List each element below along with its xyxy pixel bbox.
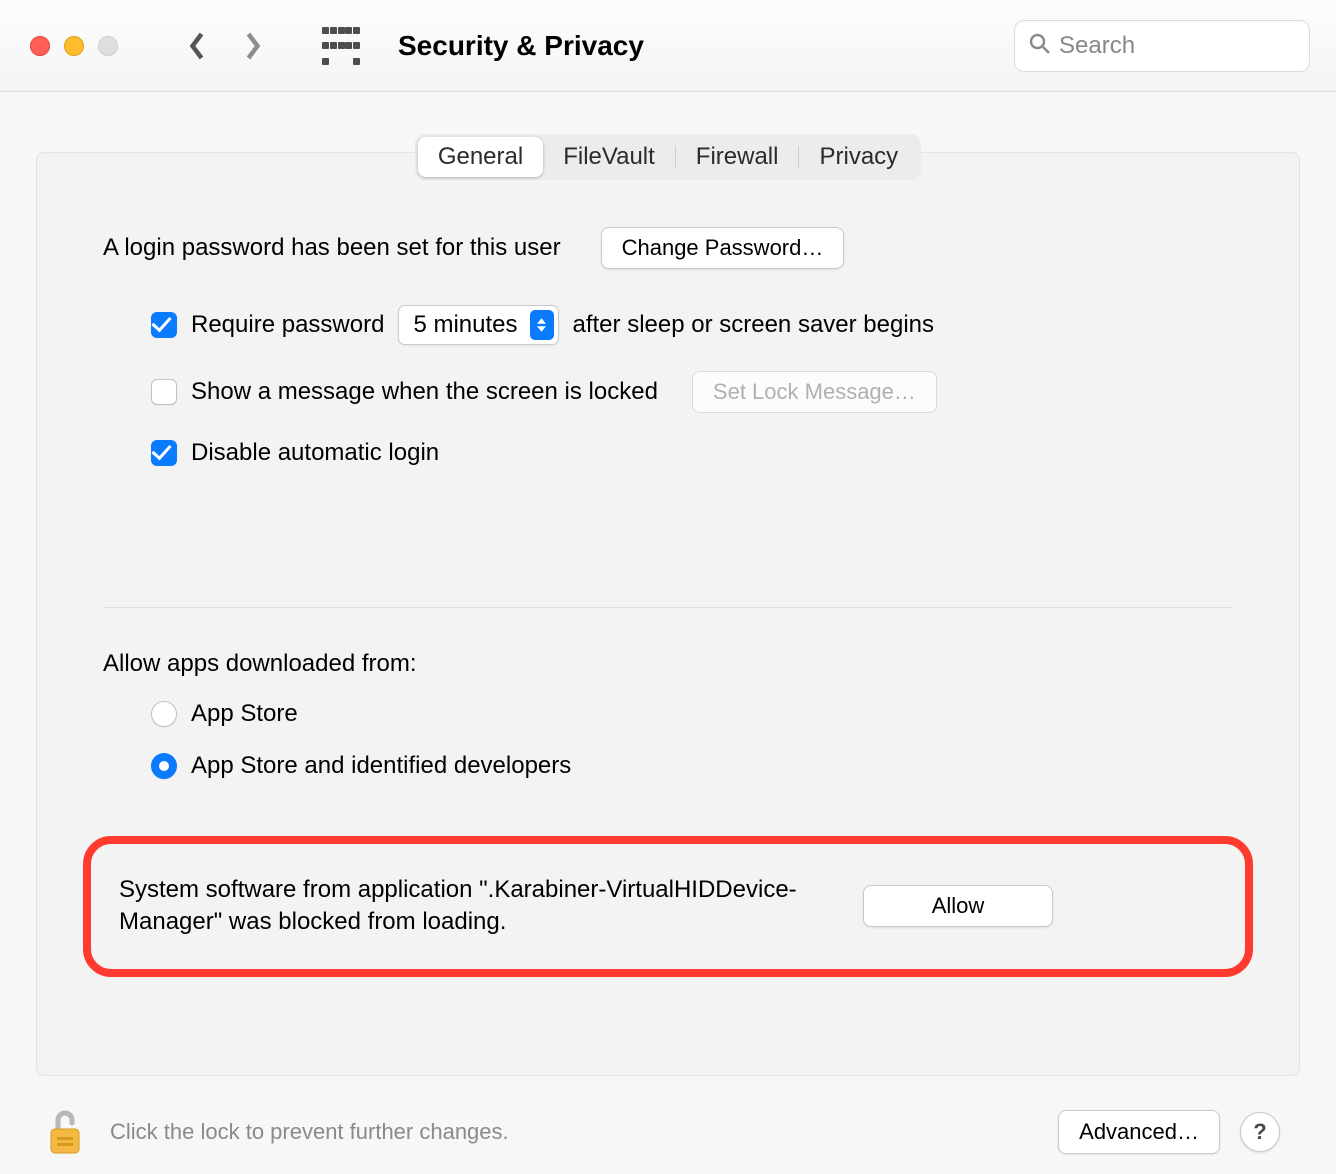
lock-icon[interactable] — [40, 1100, 90, 1164]
nav-arrows — [184, 23, 266, 69]
gatekeeper-identified-label: App Store and identified developers — [191, 752, 571, 780]
require-password-delay-popup[interactable]: 5 minutes — [398, 305, 558, 345]
require-password-delay-value: 5 minutes — [413, 311, 517, 339]
set-lock-message-button: Set Lock Message… — [692, 371, 937, 413]
tab-bar: General FileVault Firewall Privacy — [36, 134, 1300, 180]
show-message-label: Show a message when the screen is locked — [191, 378, 658, 406]
general-panel: A login password has been set for this u… — [36, 152, 1300, 1076]
close-window-button[interactable] — [30, 36, 50, 56]
tab-firewall[interactable]: Firewall — [676, 137, 799, 177]
blocked-software-message: System software from application ".Karab… — [119, 874, 839, 939]
back-button[interactable] — [184, 23, 210, 69]
login-options: Require password 5 minutes after sleep o… — [103, 305, 1233, 477]
blocked-software-notice: System software from application ".Karab… — [83, 836, 1253, 977]
window-title: Security & Privacy — [398, 30, 644, 62]
body: General FileVault Firewall Privacy A log… — [0, 92, 1336, 1174]
gatekeeper-app-store-row: App Store — [151, 700, 1233, 728]
require-password-row: Require password 5 minutes after sleep o… — [151, 305, 1233, 345]
tab-general[interactable]: General — [418, 137, 543, 177]
login-password-row: A login password has been set for this u… — [103, 227, 1233, 269]
gatekeeper-app-store-label: App Store — [191, 700, 298, 728]
tab-privacy[interactable]: Privacy — [799, 137, 918, 177]
search-field[interactable] — [1014, 20, 1310, 72]
search-input[interactable] — [1059, 32, 1297, 60]
minimize-window-button[interactable] — [64, 36, 84, 56]
show-all-prefs-button[interactable] — [322, 27, 360, 65]
gatekeeper-heading: Allow apps downloaded from: — [103, 650, 1233, 678]
advanced-button[interactable]: Advanced… — [1058, 1110, 1220, 1154]
tab-filevault[interactable]: FileVault — [543, 137, 675, 177]
stepper-icon — [530, 310, 554, 340]
help-button[interactable]: ? — [1240, 1112, 1280, 1152]
search-field-wrap — [1014, 20, 1310, 72]
search-icon — [1027, 31, 1051, 60]
change-password-button[interactable]: Change Password… — [601, 227, 845, 269]
forward-button — [240, 23, 266, 69]
gatekeeper-identified-radio[interactable] — [151, 753, 177, 779]
allow-button[interactable]: Allow — [863, 885, 1053, 927]
gatekeeper-section: Allow apps downloaded from: App Store Ap… — [103, 650, 1233, 790]
login-password-status: A login password has been set for this u… — [103, 234, 561, 262]
show-message-checkbox[interactable] — [151, 379, 177, 405]
divider — [103, 607, 1233, 608]
require-password-prefix: Require password — [191, 311, 384, 339]
zoom-window-button — [98, 36, 118, 56]
require-password-suffix: after sleep or screen saver begins — [573, 311, 935, 339]
gatekeeper-app-store-radio[interactable] — [151, 701, 177, 727]
lock-description: Click the lock to prevent further change… — [110, 1119, 509, 1145]
disable-auto-login-label: Disable automatic login — [191, 439, 439, 467]
window-controls — [30, 36, 118, 56]
toolbar: Security & Privacy — [0, 0, 1336, 92]
disable-auto-login-checkbox[interactable] — [151, 440, 177, 466]
gatekeeper-identified-row: App Store and identified developers — [151, 752, 1233, 780]
require-password-checkbox[interactable] — [151, 312, 177, 338]
disable-auto-login-row: Disable automatic login — [151, 439, 1233, 467]
show-message-row: Show a message when the screen is locked… — [151, 371, 1233, 413]
footer: Click the lock to prevent further change… — [36, 1076, 1300, 1174]
